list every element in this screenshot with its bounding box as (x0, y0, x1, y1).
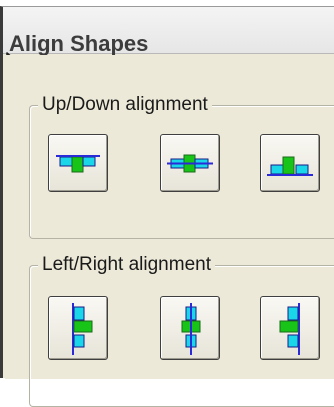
dialog-body: Up/Down alignment Left/Right alignment (5, 55, 334, 407)
leftright-alignment-legend: Left/Right alignment (38, 254, 215, 276)
align-left-icon (72, 303, 93, 355)
align-bottom-icon (267, 156, 313, 176)
align-top-icon (56, 155, 100, 173)
align-top-button[interactable] (48, 134, 108, 192)
align-middle-button[interactable] (160, 134, 220, 192)
align-right-icon (279, 303, 300, 355)
align-right-button[interactable] (260, 296, 320, 360)
align-center-button[interactable] (160, 296, 220, 360)
window-title: Align Shapes (9, 31, 149, 56)
align-center-icon (181, 303, 201, 355)
updown-alignment-legend: Up/Down alignment (38, 94, 212, 116)
updown-alignment-group: Up/Down alignment (29, 94, 334, 239)
align-shapes-window: Align Shapes Up/Down alignment Left/Righ… (0, 6, 334, 407)
align-bottom-button[interactable] (260, 134, 320, 192)
align-middle-icon (167, 154, 213, 173)
align-left-button[interactable] (48, 296, 108, 360)
title-bar[interactable]: Align Shapes (3, 7, 334, 56)
leftright-alignment-group: Left/Right alignment (29, 254, 334, 407)
